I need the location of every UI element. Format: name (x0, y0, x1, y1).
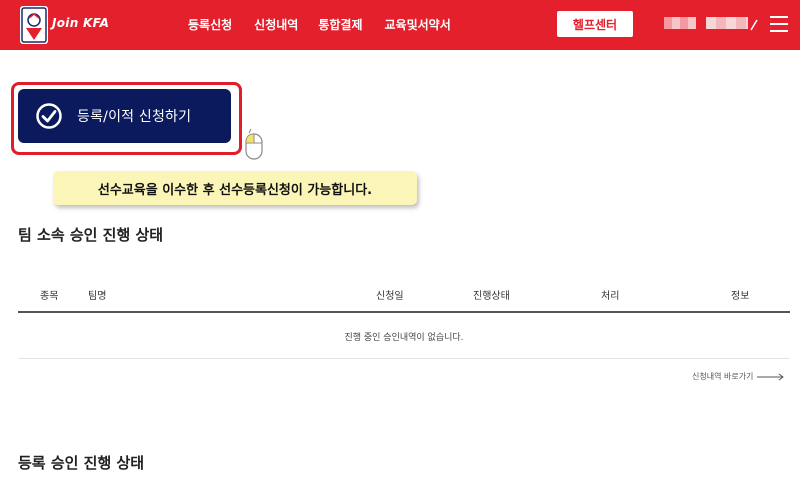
column-sport: 종목 (40, 291, 59, 302)
brand-name[interactable]: Join KFA (52, 16, 109, 30)
main-nav: 등록신청 신청내역 통합결제 교육및서약서 (188, 16, 451, 33)
check-circle-icon (36, 103, 62, 129)
education-notice: 선수교육을 이수한 후 선수등록신청이 가능합니다. (53, 171, 417, 205)
blurred-user-name (664, 17, 696, 29)
registration-approval-title: 등록 승인 진행 상태 (18, 454, 145, 472)
nav-history[interactable]: 신청내역 (254, 16, 298, 33)
user-icon (750, 19, 758, 31)
register-transfer-button[interactable]: 등록/이적 신청하기 (18, 89, 231, 143)
column-action: 처리 (601, 291, 620, 302)
nav-register[interactable]: 등록신청 (188, 16, 232, 33)
empty-table-row: 진행 중인 승인내역이 없습니다. (18, 315, 790, 359)
hamburger-menu-icon[interactable] (770, 16, 788, 32)
help-center-button[interactable]: 헬프센터 (557, 11, 633, 37)
column-status: 진행상태 (473, 291, 510, 302)
blurred-user-id (706, 17, 748, 29)
history-shortcut-label: 신청내역 바로가기 (692, 372, 754, 381)
nav-payment[interactable]: 통합결제 (318, 16, 362, 33)
top-header: Join KFA 등록신청 신청내역 통합결제 교육및서약서 헬프센터 (0, 0, 800, 50)
arrow-right-icon (757, 373, 785, 380)
team-table-header: 종목 팀명 신청일 진행상태 처리 정보 (18, 283, 790, 313)
mouse-cursor-icon (245, 128, 263, 160)
kfa-emblem-icon[interactable] (20, 6, 48, 44)
team-approval-title: 팀 소속 승인 진행 상태 (18, 226, 164, 244)
nav-education[interactable]: 교육및서약서 (385, 16, 451, 33)
column-info: 정보 (731, 291, 750, 302)
register-button-label: 등록/이적 신청하기 (77, 109, 192, 125)
column-date: 신청일 (376, 291, 404, 302)
column-team: 팀명 (88, 291, 107, 302)
history-shortcut-link[interactable]: 신청내역 바로가기 (692, 371, 785, 382)
